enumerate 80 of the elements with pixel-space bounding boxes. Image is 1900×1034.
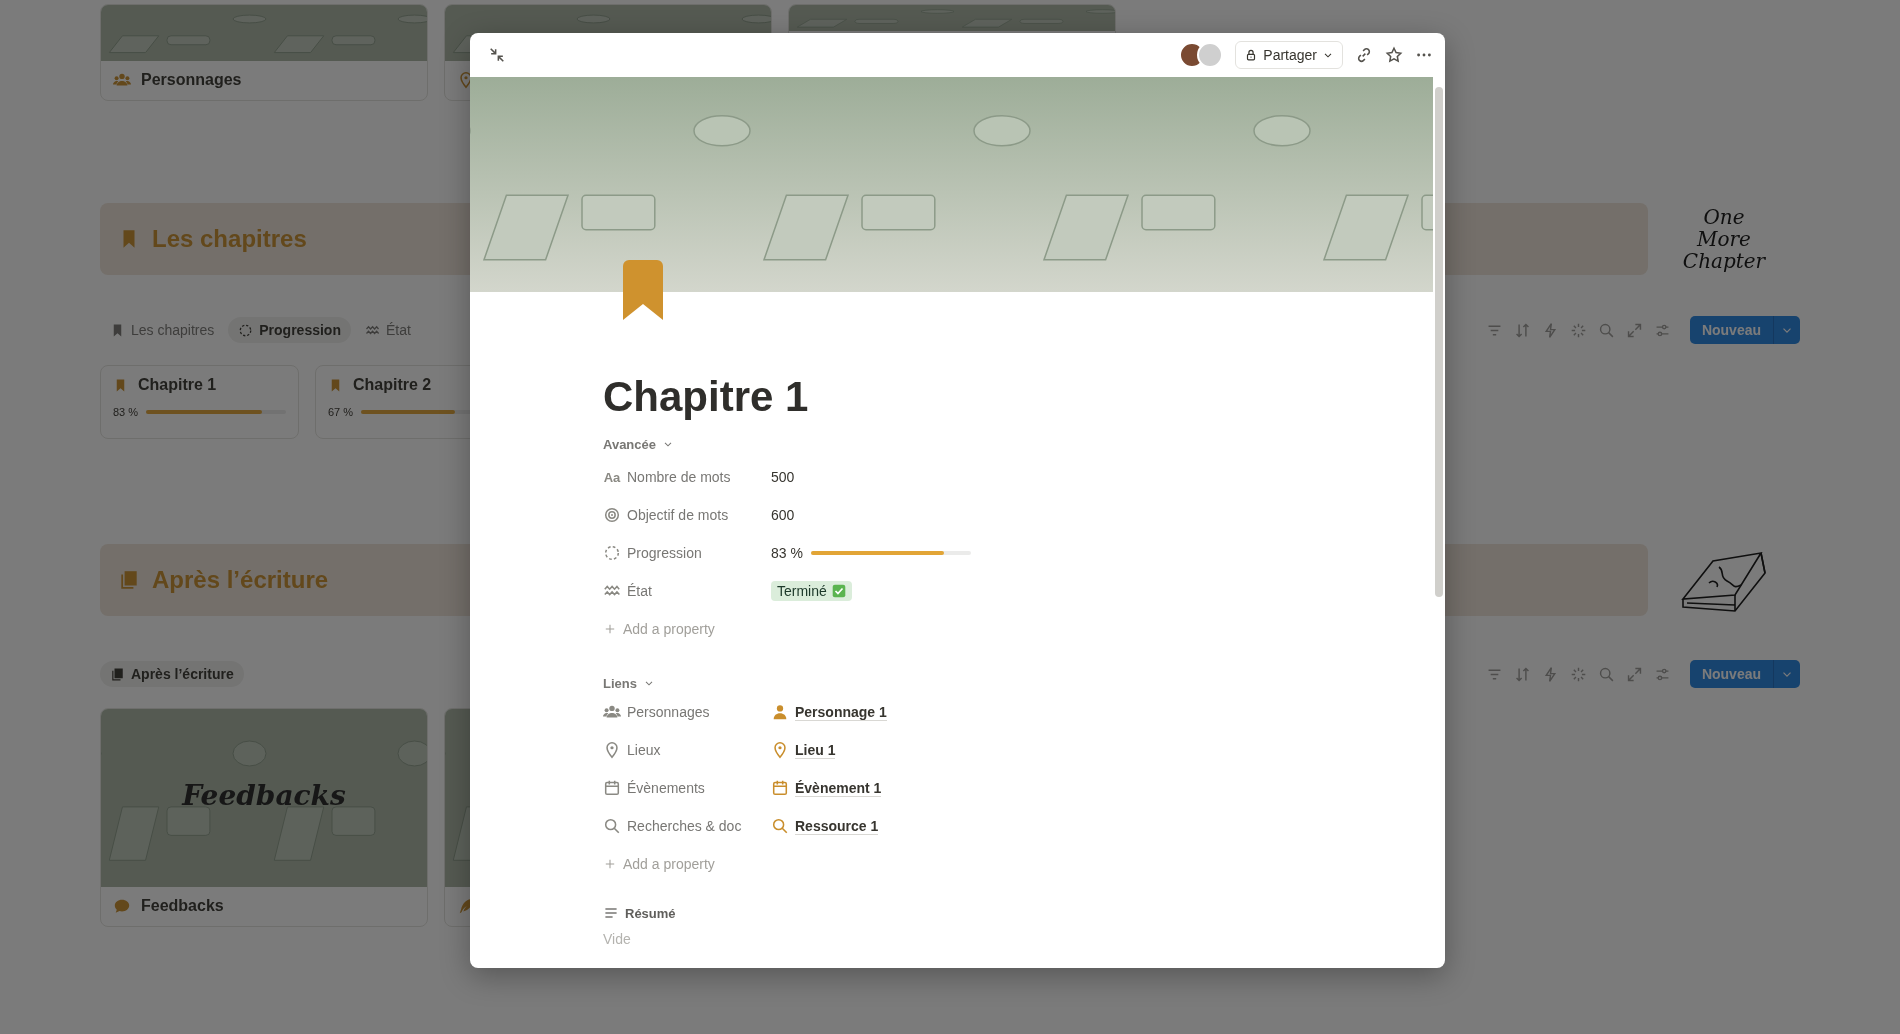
gallery-card[interactable]: Feedbacks Feedbacks xyxy=(100,708,428,927)
pin-icon xyxy=(603,741,621,759)
new-label: Nouveau xyxy=(1689,316,1774,344)
search-icon[interactable] xyxy=(1597,665,1615,683)
text-icon: Aa xyxy=(603,469,621,485)
page-card[interactable]: Personnages xyxy=(100,4,428,101)
calendar-icon xyxy=(771,779,789,797)
text-lines-icon xyxy=(603,905,619,921)
search-icon[interactable] xyxy=(1597,321,1615,339)
collapse-icon[interactable] xyxy=(488,46,506,64)
progress-reading: 67 % xyxy=(328,406,354,418)
sparkle-icon[interactable] xyxy=(1569,321,1587,339)
cover-title: Feedbacks xyxy=(180,779,347,812)
new-button[interactable]: Nouveau xyxy=(1689,660,1800,688)
sort-icon[interactable] xyxy=(1513,321,1531,339)
group-toggle[interactable]: Avancée xyxy=(603,434,674,454)
relation-link[interactable]: Personnage 1 xyxy=(771,703,887,721)
book-icon xyxy=(110,666,125,682)
chapter-card[interactable]: Chapitre 1 83 % xyxy=(100,365,299,439)
progress-reading: 83 % xyxy=(771,545,803,561)
pin-icon xyxy=(771,741,789,759)
dashed-circle-icon xyxy=(603,544,621,562)
view-tab[interactable]: Après l’écriture xyxy=(100,661,244,687)
view-label: État xyxy=(386,322,411,338)
status-tag[interactable]: Terminé xyxy=(771,581,852,601)
section-title: Les chapitres xyxy=(152,225,307,253)
property-label[interactable]: Aa Nombre de mots xyxy=(603,469,771,485)
view-label: Progression xyxy=(259,322,341,338)
property-value[interactable]: 600 xyxy=(771,507,795,523)
progress-reading: 83 % xyxy=(113,406,139,418)
property-label[interactable]: Objectif de mots xyxy=(603,506,771,524)
share-button[interactable]: Partager xyxy=(1235,41,1343,69)
relation-link[interactable]: Ressource 1 xyxy=(771,817,879,835)
dashed-circle-icon xyxy=(238,322,254,338)
relation-link[interactable]: Évènement 1 xyxy=(771,779,882,797)
scrollbar-thumb[interactable] xyxy=(1435,87,1443,597)
avatar[interactable] xyxy=(1197,42,1224,68)
view-tab[interactable]: Progression xyxy=(228,317,351,343)
plus-icon xyxy=(603,622,617,636)
property-label[interactable]: Évènements xyxy=(603,779,771,797)
add-property-button[interactable]: Add a property xyxy=(603,845,715,883)
expand-icon[interactable] xyxy=(1625,665,1643,683)
page-title[interactable]: Chapitre 1 xyxy=(603,372,1433,422)
book-icon xyxy=(118,569,140,591)
card-title: Chapitre 1 xyxy=(138,376,217,394)
logo: One More Chapter xyxy=(1681,206,1767,272)
new-label: Nouveau xyxy=(1689,660,1774,688)
view-tab[interactable]: État xyxy=(355,317,421,343)
view-label: Les chapitres xyxy=(131,322,215,338)
plus-icon xyxy=(603,857,617,871)
property-label[interactable]: Personnages xyxy=(603,703,771,721)
property-label[interactable]: Progression xyxy=(603,544,771,562)
bookmark-icon[interactable] xyxy=(623,260,663,320)
summary-heading: Résumé xyxy=(603,903,676,923)
target-icon xyxy=(603,506,621,524)
section-title: Après l’écriture xyxy=(152,566,329,594)
card-title: Chapitre 2 xyxy=(353,376,432,394)
property-label[interactable]: Lieux xyxy=(603,741,771,759)
property-label[interactable]: Recherches & doc xyxy=(603,817,771,835)
search-icon xyxy=(771,817,789,835)
card-title: Feedbacks xyxy=(141,897,224,915)
card-title: Personnages xyxy=(141,71,242,89)
view-label: Après l’écriture xyxy=(131,666,234,682)
calendar-icon xyxy=(603,779,621,797)
property-value[interactable]: 500 xyxy=(771,469,795,485)
expand-icon[interactable] xyxy=(1625,321,1643,339)
link-icon[interactable] xyxy=(1355,46,1373,64)
search-icon xyxy=(603,817,621,835)
share-label: Partager xyxy=(1263,47,1317,63)
view-tab[interactable]: Les chapitres xyxy=(100,317,225,343)
star-icon[interactable] xyxy=(1385,46,1403,64)
sort-icon[interactable] xyxy=(1513,665,1531,683)
person-icon xyxy=(771,703,789,721)
speech-bubble-icon xyxy=(113,897,131,915)
add-property-button[interactable]: Add a property xyxy=(603,610,715,648)
new-button[interactable]: Nouveau xyxy=(1689,316,1800,344)
relation-link[interactable]: Lieu 1 xyxy=(771,741,836,759)
sparkle-icon[interactable] xyxy=(1569,665,1587,683)
property-label[interactable]: État xyxy=(603,582,771,600)
group-toggle[interactable]: Liens xyxy=(603,673,655,693)
